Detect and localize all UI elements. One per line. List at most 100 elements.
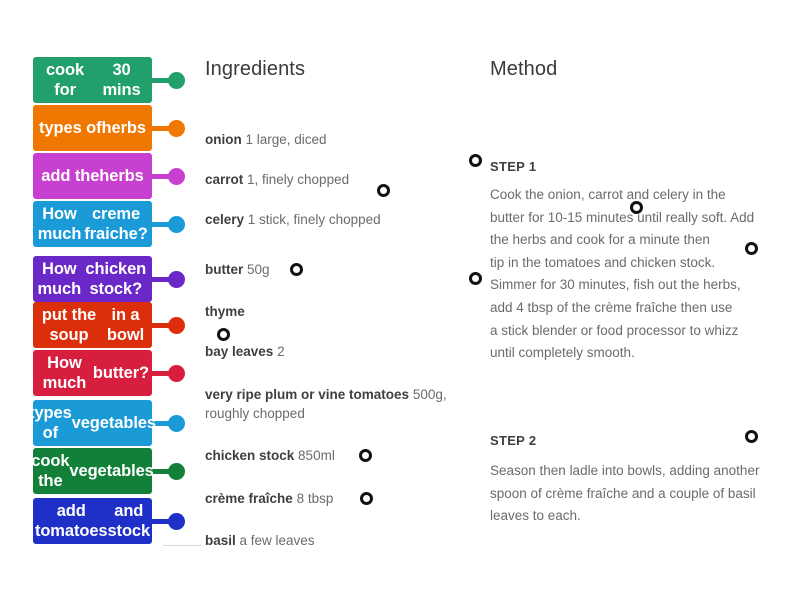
ingredient-name: very ripe plum or vine tomatoes <box>205 387 410 402</box>
label-text-line: in a bowl <box>106 305 145 344</box>
draggable-label-0[interactable]: cook for 30 mins <box>33 57 152 103</box>
draggable-label-1[interactable]: types of herbs <box>33 105 152 151</box>
label-group-9: add tomatoes and stock <box>0 498 200 544</box>
label-text-line: add the <box>41 166 100 185</box>
ingredient-item: bay leaves 2 <box>205 342 285 361</box>
label-connector-dot[interactable] <box>168 215 185 233</box>
label-text-line: herbs <box>99 166 144 185</box>
method-heading: Method <box>490 58 558 80</box>
step-body: Cook the onion, carrot and celery in the… <box>490 184 762 365</box>
ingredient-quantity: 1 large, diced <box>241 132 327 147</box>
label-group-1: types of herbs <box>0 105 200 151</box>
label-connector-dot[interactable] <box>168 364 185 382</box>
label-group-8: cook the vegetables <box>0 448 200 494</box>
ingredient-item: basil a few leaves <box>205 531 315 550</box>
label-connector-dot[interactable] <box>168 270 185 288</box>
ingredient-item: very ripe plum or vine tomatoes 500g, ro… <box>205 385 455 423</box>
label-connector-dot[interactable] <box>168 512 185 530</box>
label-connector-dot[interactable] <box>168 119 185 137</box>
label-group-2: add the herbs <box>0 153 200 199</box>
step-body: Season then ladle into bowls, adding ano… <box>490 460 762 528</box>
step-paragraph: tip in the tomatoes and chicken stock. <box>490 254 716 270</box>
label-group-7: types of vegetables <box>0 400 200 446</box>
label-text-line: butter? <box>92 363 149 382</box>
draggable-label-6[interactable]: How much butter? <box>33 350 152 396</box>
draggable-label-9[interactable]: add tomatoes and stock <box>33 498 152 544</box>
draggable-label-4[interactable]: How much chicken stock? <box>33 256 152 302</box>
target-creme-fraiche[interactable] <box>360 492 373 505</box>
activity-canvas: cook for 30 mins types of herbs add the herbs… <box>0 0 800 600</box>
label-text-line: How much <box>42 353 87 392</box>
label-text-line: cook for <box>45 60 85 99</box>
target-method-stock[interactable] <box>745 242 758 255</box>
draggable-label-5[interactable]: put the soup in a bowl <box>33 302 152 348</box>
draggable-label-3[interactable]: How much creme fraiche? <box>33 201 152 247</box>
ingredient-name: basil <box>205 533 236 548</box>
ingredients-heading: Ingredients <box>205 58 306 80</box>
label-text-line: vegetables <box>71 413 156 432</box>
ingredient-item: crème fraîche 8 tbsp <box>205 489 333 508</box>
target-method-simmer[interactable] <box>469 272 482 285</box>
ingredient-name: chicken stock <box>205 448 295 463</box>
ingredient-item: chicken stock 850ml <box>205 446 335 465</box>
label-connector-dot[interactable] <box>168 167 185 185</box>
step-title: STEP 1 <box>490 159 537 174</box>
label-connector-dot[interactable] <box>168 414 185 432</box>
ingredient-quantity: 850ml <box>294 448 335 463</box>
label-connector-dot[interactable] <box>168 316 185 334</box>
ingredient-item: carrot 1, finely chopped <box>205 170 349 189</box>
label-group-5: put the soup in a bowl <box>0 302 200 348</box>
label-group-4: How much chicken stock? <box>0 256 200 302</box>
label-group-3: How much creme fraiche? <box>0 201 200 247</box>
label-text-line: add tomatoes <box>34 501 108 540</box>
ingredient-quantity: 50g <box>243 262 270 277</box>
ingredient-quantity: 8 tbsp <box>292 491 334 506</box>
target-carrot[interactable] <box>377 184 390 197</box>
draggable-label-8[interactable]: cook the vegetables <box>31 448 154 494</box>
step-paragraph: Season then ladle into bowls, adding ano… <box>490 463 760 524</box>
target-thyme[interactable] <box>217 328 230 341</box>
label-group-0: cook for 30 mins <box>0 57 200 103</box>
ingredient-item: butter 50g <box>205 260 270 279</box>
label-text-line: types of <box>39 118 102 137</box>
ingredient-name: carrot <box>205 172 244 187</box>
ingredient-name: celery <box>205 212 245 227</box>
label-text-line: cook the <box>31 451 70 490</box>
target-method-herbs[interactable] <box>630 201 643 214</box>
step-paragraph: Cook the onion, carrot and celery in the… <box>490 187 755 248</box>
draggable-label-2[interactable]: add the herbs <box>33 153 152 199</box>
label-group-6: How much butter? <box>0 350 200 396</box>
ingredient-item: thyme <box>205 302 245 321</box>
ingredient-quantity: 1 stick, finely chopped <box>244 212 381 227</box>
target-method-step2[interactable] <box>745 430 758 443</box>
ingredient-name: crème fraîche <box>205 491 293 506</box>
target-butter[interactable] <box>290 263 303 276</box>
ingredient-quantity: a few leaves <box>235 533 315 548</box>
step-title: STEP 2 <box>490 433 537 448</box>
ingredient-quantity: 1, finely chopped <box>243 172 350 187</box>
ingredient-item: celery 1 stick, finely chopped <box>205 210 381 229</box>
ingredient-name: bay leaves <box>205 344 274 359</box>
target-method-step1[interactable] <box>469 154 482 167</box>
ingredient-name: thyme <box>205 304 245 319</box>
label-connector-dot[interactable] <box>168 462 185 480</box>
label-connector-dot[interactable] <box>168 71 185 89</box>
step-paragraph: Simmer for 30 minutes, fish out the herb… <box>490 277 741 315</box>
divider-line <box>163 545 201 546</box>
label-text-line: How much <box>37 259 82 298</box>
step-paragraph: a stick blender or food processor to whi… <box>490 322 739 361</box>
ingredient-name: onion <box>205 132 242 147</box>
label-text-line: herbs <box>101 118 147 137</box>
label-text-line: types of <box>29 403 72 442</box>
label-text-line: 30 mins <box>102 60 141 99</box>
label-text-line: creme fraiche? <box>84 204 148 243</box>
draggable-label-7[interactable]: types of vegetables <box>29 400 156 446</box>
label-text-line: vegetables <box>69 461 154 480</box>
ingredient-quantity: 2 <box>273 344 285 359</box>
label-text-line: chicken stock? <box>85 259 147 298</box>
ingredient-name: butter <box>205 262 244 277</box>
label-text-line: put the soup <box>41 305 97 344</box>
ingredient-item: onion 1 large, diced <box>205 130 327 149</box>
label-text-line: and stock <box>107 501 151 540</box>
target-chicken-stock[interactable] <box>359 449 372 462</box>
